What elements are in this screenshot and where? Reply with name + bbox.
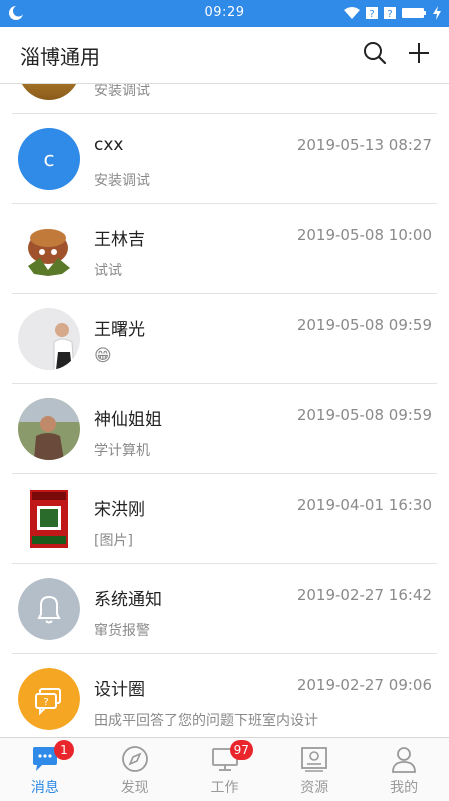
- search-icon[interactable]: [362, 40, 388, 66]
- svg-text:?: ?: [43, 697, 48, 708]
- list-item[interactable]: 王林吉 2019-05-08 10:00 试试: [0, 204, 449, 294]
- message-preview: 安装调试: [94, 84, 150, 99]
- message-date: 2019-04-01 16:30: [296, 496, 432, 514]
- svg-text:?: ?: [369, 9, 374, 20]
- list-item[interactable]: c cxx 2019-05-13 08:27 安装调试: [0, 114, 449, 204]
- message-preview: [图片]: [94, 533, 133, 549]
- certificate-icon: [301, 747, 328, 772]
- app-header: 淄博通用: [0, 27, 449, 84]
- contact-name: 设计圈: [94, 680, 145, 700]
- avatar: c: [18, 128, 80, 190]
- add-icon[interactable]: [406, 40, 432, 66]
- list-item[interactable]: 安装调试: [0, 84, 449, 114]
- compass-icon: [121, 746, 148, 772]
- contact-name: 王曙光: [94, 320, 145, 340]
- tab-discover[interactable]: 发现: [90, 738, 180, 801]
- message-date: 2019-02-27 16:42: [296, 586, 432, 604]
- list-item[interactable]: 系统通知 2019-02-27 16:42 窜货报警: [0, 564, 449, 654]
- list-item[interactable]: 宋洪刚 2019-04-01 16:30 [图片]: [0, 474, 449, 564]
- message-preview: 试试: [94, 263, 122, 279]
- tab-resources[interactable]: 资源: [269, 738, 359, 801]
- message-preview: 学计算机: [94, 443, 150, 459]
- avatar: [28, 229, 70, 276]
- avatar: [18, 398, 80, 460]
- battery-icon: [402, 8, 426, 18]
- avatar: [18, 84, 80, 100]
- message-date: 2019-05-08 09:59: [296, 316, 432, 334]
- contact-name: 王林吉: [94, 230, 145, 250]
- person-icon: [392, 747, 417, 773]
- bottom-tab-bar: 1 消息 发现 97 工作 资源 我的: [0, 737, 449, 801]
- message-preview: 田成平回答了您的问题下班室内设计: [94, 713, 318, 729]
- contact-name: 神仙姐姐: [94, 410, 162, 430]
- avatar: [30, 490, 68, 548]
- charging-icon: [433, 6, 441, 20]
- message-date: 2019-05-13 08:27: [296, 136, 432, 154]
- message-preview: 😁: [94, 346, 112, 366]
- wifi-icon: [344, 7, 360, 19]
- tab-messages[interactable]: 1 消息: [0, 738, 90, 801]
- bell-icon: [18, 578, 80, 640]
- list-item[interactable]: ? 设计圈 2019-02-27 09:06 田成平回答了您的问题下班室内设计: [0, 654, 449, 736]
- message-date: 2019-02-27 09:06: [296, 676, 432, 694]
- message-preview: 安装调试: [94, 173, 150, 189]
- list-item[interactable]: 王曙光 2019-05-08 09:59 😁: [0, 294, 449, 384]
- design-circle-icon: ?: [18, 668, 80, 730]
- message-preview: 窜货报警: [94, 623, 150, 639]
- message-date: 2019-05-08 10:00: [296, 226, 432, 244]
- work-badge: 97: [229, 740, 253, 760]
- page-title: 淄博通用: [20, 45, 100, 69]
- contact-name: cxx: [94, 135, 124, 155]
- message-date: 2019-05-08 09:59: [296, 406, 432, 424]
- unread-badge: 1: [54, 740, 74, 760]
- tab-work[interactable]: 97 工作: [180, 738, 270, 801]
- status-bar: 09:29 ? ?: [0, 0, 449, 27]
- signal-icon-2: ?: [384, 7, 396, 20]
- conversation-list[interactable]: 安装调试 c cxx 2019-05-13 08:27 安装调试 王林吉 201…: [0, 84, 449, 736]
- tab-me[interactable]: 我的: [359, 738, 449, 801]
- avatar: [18, 308, 80, 370]
- contact-name: 宋洪刚: [94, 500, 145, 520]
- svg-text:?: ?: [387, 9, 392, 20]
- signal-icon: ?: [366, 7, 378, 20]
- list-item[interactable]: 神仙姐姐 2019-05-08 09:59 学计算机: [0, 384, 449, 474]
- contact-name: 系统通知: [94, 590, 162, 610]
